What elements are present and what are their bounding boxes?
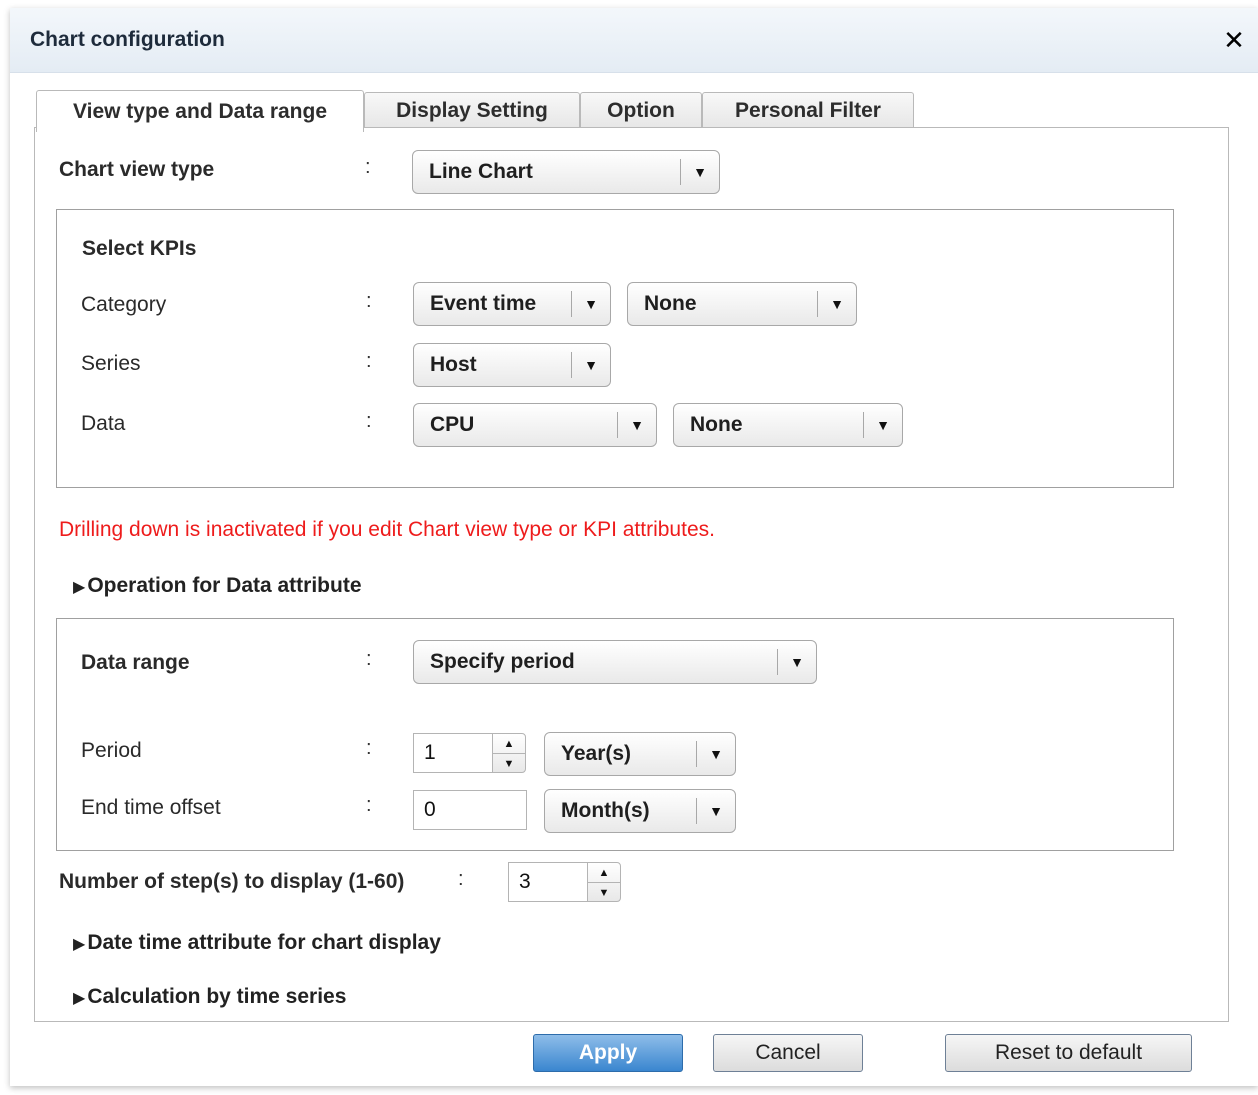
chevron-down-icon: ▼ bbox=[863, 412, 902, 438]
steps-label: Number of step(s) to display (1-60) bbox=[59, 870, 405, 893]
select-value: Line Chart bbox=[429, 160, 533, 183]
chevron-down-icon: ▼ bbox=[777, 649, 816, 675]
select-value: Host bbox=[430, 353, 477, 376]
period-stepper[interactable]: ▲ ▼ bbox=[492, 733, 526, 773]
drilldown-warning: Drilling down is inactivated if you edit… bbox=[59, 518, 715, 541]
series-select[interactable]: Host ▼ bbox=[413, 343, 611, 387]
chevron-down-icon: ▼ bbox=[571, 352, 610, 378]
chevron-down-icon: ▼ bbox=[680, 159, 719, 185]
select-value: None bbox=[644, 292, 697, 315]
colon: : bbox=[366, 350, 372, 372]
chevron-down-icon: ▼ bbox=[817, 291, 856, 317]
spin-up-icon[interactable]: ▲ bbox=[588, 863, 620, 883]
data-range-select[interactable]: Specify period ▼ bbox=[413, 640, 817, 684]
chevron-down-icon: ▼ bbox=[617, 412, 656, 438]
tab-label: Option bbox=[607, 99, 675, 122]
colon: : bbox=[365, 156, 371, 178]
reset-to-default-button[interactable]: Reset to default bbox=[945, 1034, 1192, 1072]
dialog-body: View type and Data range Display Setting… bbox=[10, 72, 1258, 1086]
category-label: Category bbox=[81, 293, 167, 316]
tab-option[interactable]: Option bbox=[580, 92, 702, 129]
expand-triangle-icon: ▶ bbox=[73, 990, 86, 1007]
colon: : bbox=[366, 410, 372, 432]
category-secondary-select[interactable]: None ▼ bbox=[627, 282, 857, 326]
end-offset-unit-select[interactable]: Month(s) ▼ bbox=[544, 789, 736, 833]
tab-display-setting[interactable]: Display Setting bbox=[364, 92, 580, 129]
chevron-down-icon: ▼ bbox=[571, 291, 610, 317]
tab-personal-filter[interactable]: Personal Filter bbox=[702, 92, 914, 129]
select-value: Year(s) bbox=[561, 742, 632, 765]
spin-down-icon[interactable]: ▼ bbox=[493, 754, 525, 773]
period-input[interactable]: 1 bbox=[413, 733, 493, 773]
select-value: Month(s) bbox=[561, 799, 650, 822]
dialog-titlebar: Chart configuration ✕ bbox=[10, 8, 1258, 73]
data-range-label: Data range bbox=[81, 651, 190, 674]
period-unit-select[interactable]: Year(s) ▼ bbox=[544, 732, 736, 776]
tab-view-type-data-range[interactable]: View type and Data range bbox=[36, 90, 364, 132]
chart-view-type-select[interactable]: Line Chart ▼ bbox=[412, 150, 720, 194]
date-time-attribute-expander[interactable]: ▶Date time attribute for chart display bbox=[73, 931, 441, 955]
close-icon[interactable]: ✕ bbox=[1220, 26, 1248, 54]
colon: : bbox=[366, 290, 372, 312]
cancel-button[interactable]: Cancel bbox=[713, 1034, 863, 1072]
steps-input[interactable]: 3 bbox=[508, 862, 588, 902]
expander-label: Operation for Data attribute bbox=[87, 574, 362, 597]
tab-label: Personal Filter bbox=[735, 99, 881, 122]
colon: : bbox=[366, 737, 372, 759]
expander-label: Date time attribute for chart display bbox=[87, 931, 441, 954]
series-label: Series bbox=[81, 352, 141, 375]
select-value: None bbox=[690, 413, 743, 436]
expand-triangle-icon: ▶ bbox=[73, 579, 86, 596]
data-select[interactable]: CPU ▼ bbox=[413, 403, 657, 447]
chart-configuration-dialog: Chart configuration ✕ View type and Data… bbox=[10, 8, 1258, 1086]
end-time-offset-input[interactable]: 0 bbox=[413, 790, 527, 830]
select-value: Event time bbox=[430, 292, 537, 315]
expander-label: Calculation by time series bbox=[87, 985, 347, 1008]
operation-for-data-attribute-expander[interactable]: ▶Operation for Data attribute bbox=[73, 574, 362, 598]
category-select[interactable]: Event time ▼ bbox=[413, 282, 611, 326]
select-kpis-box: Select KPIs Category : Event time ▼ None… bbox=[56, 209, 1174, 488]
colon: : bbox=[458, 868, 464, 890]
tab-panel: Chart view type : Line Chart ▼ Select KP… bbox=[34, 127, 1229, 1022]
select-value: Specify period bbox=[430, 650, 575, 673]
end-time-offset-label: End time offset bbox=[81, 796, 221, 819]
spin-up-icon[interactable]: ▲ bbox=[493, 734, 525, 754]
spin-down-icon[interactable]: ▼ bbox=[588, 883, 620, 902]
chevron-down-icon: ▼ bbox=[696, 798, 735, 824]
chart-view-type-label: Chart view type bbox=[59, 158, 215, 181]
select-value: CPU bbox=[430, 413, 475, 436]
steps-stepper[interactable]: ▲ ▼ bbox=[587, 862, 621, 902]
data-label: Data bbox=[81, 412, 126, 435]
chevron-down-icon: ▼ bbox=[696, 741, 735, 767]
period-label: Period bbox=[81, 739, 142, 762]
calculation-by-time-series-expander[interactable]: ▶Calculation by time series bbox=[73, 985, 346, 1009]
apply-button[interactable]: Apply bbox=[533, 1034, 683, 1072]
data-range-box: Data range : Specify period ▼ Period : 1… bbox=[56, 618, 1174, 851]
select-kpis-title: Select KPIs bbox=[82, 237, 197, 260]
data-secondary-select[interactable]: None ▼ bbox=[673, 403, 903, 447]
expand-triangle-icon: ▶ bbox=[73, 936, 86, 953]
colon: : bbox=[366, 794, 372, 816]
tab-label: View type and Data range bbox=[72, 99, 328, 123]
dialog-title: Chart configuration bbox=[30, 28, 225, 51]
colon: : bbox=[366, 648, 372, 670]
tab-label: Display Setting bbox=[396, 99, 548, 122]
